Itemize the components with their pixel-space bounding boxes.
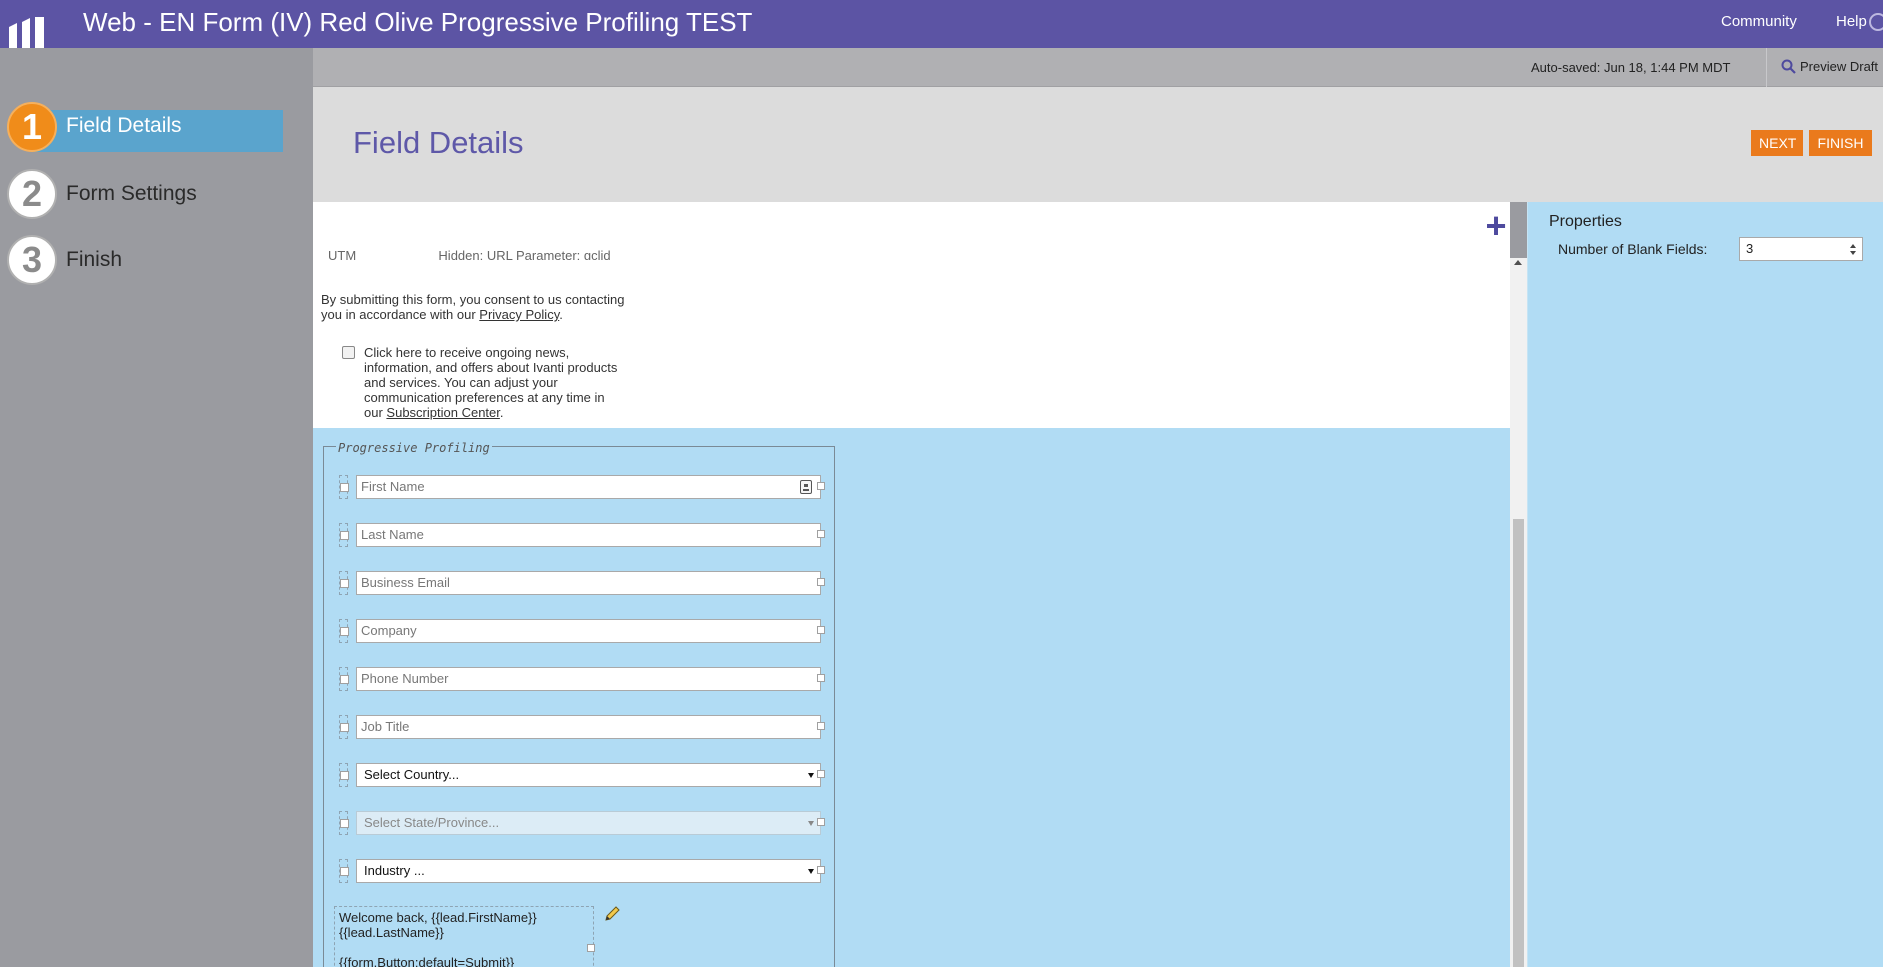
welcome-line-3: {{form.Button:default=Submit}} — [339, 955, 515, 967]
welcome-line-1: Welcome back, {{lead.FirstName}} — [339, 910, 537, 925]
field-row-company[interactable]: Company — [339, 619, 825, 643]
drag-handle[interactable] — [339, 475, 349, 499]
consent-text: By submitting this form, you consent to … — [321, 292, 625, 322]
help-icon[interactable] — [1869, 13, 1883, 31]
spin-up-icon[interactable] — [1850, 244, 1856, 248]
preview-draft-button[interactable]: Preview Draft — [1781, 59, 1878, 74]
preview-draft-label: Preview Draft — [1800, 59, 1879, 74]
resize-handle[interactable] — [587, 944, 595, 952]
blank-fields-stepper[interactable]: 3 — [1739, 237, 1863, 261]
industry-select-value: Industry ... — [364, 863, 425, 878]
step-form-settings[interactable]: 2 Form Settings — [7, 169, 307, 219]
step-number: 3 — [7, 235, 57, 285]
resize-handle[interactable] — [817, 722, 825, 730]
field-row-last-name[interactable]: Last Name — [339, 523, 825, 547]
step-finish[interactable]: 3 Finish — [7, 235, 307, 285]
drag-handle[interactable] — [339, 811, 349, 835]
optin-text: Click here to receive ongoing news, info… — [364, 345, 618, 420]
hidden-field-type: Hidden: URL Parameter: gclid — [438, 248, 611, 260]
resize-handle[interactable] — [817, 482, 825, 490]
field-row-first-name[interactable]: First Name — [339, 475, 825, 499]
industry-select[interactable]: Industry ... — [356, 859, 821, 883]
welcome-line-2: {{lead.LastName}} — [339, 925, 444, 940]
canvas-scrollbar[interactable] — [1510, 258, 1527, 967]
contact-card-icon — [800, 480, 812, 494]
cutoff-hidden-field: UTM Hidden: URL Parameter: gclid — [328, 248, 611, 260]
asset-title: Web - EN Form (IV) Red Olive Progressive… — [83, 7, 753, 37]
drag-handle[interactable] — [339, 619, 349, 643]
state-select[interactable]: Select State/Province... — [356, 811, 821, 835]
country-select-value: Select Country... — [364, 767, 460, 782]
page-header: Field Details NEXT FINISH — [313, 87, 1883, 202]
page-title: Field Details — [353, 125, 524, 160]
progressive-profiling-legend: Progressive Profiling — [336, 441, 492, 455]
help-link[interactable]: Help — [1836, 13, 1867, 30]
next-button[interactable]: NEXT — [1751, 130, 1803, 156]
state-select-value: Select State/Province... — [364, 815, 500, 830]
job-title-field[interactable]: Job Title — [356, 715, 821, 739]
resize-handle[interactable] — [817, 626, 825, 634]
resize-handle[interactable] — [817, 866, 825, 874]
add-field-icon[interactable]: + — [1481, 208, 1511, 244]
drag-handle[interactable] — [339, 523, 349, 547]
scroll-thumb[interactable] — [1513, 519, 1524, 967]
properties-title: Properties — [1549, 213, 1622, 230]
company-field[interactable]: Company — [356, 619, 821, 643]
field-row-country[interactable]: Select Country... — [339, 763, 825, 787]
resize-handle[interactable] — [817, 674, 825, 682]
dropdown-arrow-icon — [808, 869, 814, 874]
first-name-placeholder: First Name — [361, 479, 425, 494]
drag-handle[interactable] — [339, 667, 349, 691]
step-number: 2 — [7, 169, 57, 219]
step-label: Form Settings — [66, 182, 197, 205]
field-row-email[interactable]: Business Email — [339, 571, 825, 595]
blank-fields-label: Number of Blank Fields: — [1558, 241, 1708, 257]
autosave-bar: Auto-saved: Jun 18, 1:44 PM MDT Preview … — [313, 48, 1883, 87]
toolbar-divider — [1766, 48, 1767, 87]
subscription-center-link[interactable]: Subscription Center — [386, 405, 499, 420]
step-label: Finish — [66, 248, 123, 271]
last-name-field[interactable]: Last Name — [356, 523, 821, 547]
dropdown-arrow-icon — [808, 821, 814, 826]
drag-handle[interactable] — [339, 715, 349, 739]
optin-checkbox[interactable] — [342, 346, 355, 359]
step-label: Field Details — [66, 114, 182, 137]
step-number: 1 — [7, 102, 57, 152]
step-field-details[interactable]: 1 Field Details — [7, 102, 307, 152]
consent-copy: By submitting this form, you consent to … — [321, 292, 625, 322]
field-row-phone[interactable]: Phone Number — [339, 667, 825, 691]
country-select[interactable]: Select Country... — [356, 763, 821, 787]
top-bar: Web - EN Form (IV) Red Olive Progressive… — [0, 0, 1883, 75]
drag-handle[interactable] — [339, 763, 349, 787]
resize-handle[interactable] — [817, 578, 825, 586]
privacy-policy-link[interactable]: Privacy Policy — [479, 307, 559, 322]
resize-handle[interactable] — [817, 770, 825, 778]
dropdown-arrow-icon — [808, 773, 814, 778]
scroll-up-icon[interactable] — [1514, 260, 1522, 265]
field-row-industry[interactable]: Industry ... — [339, 859, 825, 883]
drag-handle[interactable] — [339, 571, 349, 595]
first-name-field[interactable]: First Name — [356, 475, 821, 499]
autosave-status: Auto-saved: Jun 18, 1:44 PM MDT — [1531, 60, 1731, 75]
spin-down-icon[interactable] — [1850, 251, 1856, 255]
community-link[interactable]: Community — [1721, 13, 1797, 30]
magnifier-icon — [1781, 59, 1796, 74]
hidden-field-label: UTM — [328, 248, 357, 260]
finish-button[interactable]: FINISH — [1809, 130, 1872, 156]
drag-handle[interactable] — [339, 859, 349, 883]
pencil-edit-icon[interactable] — [603, 905, 621, 923]
resize-handle[interactable] — [817, 818, 825, 826]
business-email-field[interactable]: Business Email — [356, 571, 821, 595]
blank-fields-value: 3 — [1746, 241, 1754, 256]
properties-panel: Properties Number of Blank Fields: 3 — [1527, 202, 1883, 967]
welcome-back-rich-text[interactable]: Welcome back, {{lead.FirstName}} {{lead.… — [334, 906, 594, 967]
field-row-state[interactable]: Select State/Province... — [339, 811, 825, 835]
phone-number-field[interactable]: Phone Number — [356, 667, 821, 691]
field-row-job-title[interactable]: Job Title — [339, 715, 825, 739]
resize-handle[interactable] — [817, 530, 825, 538]
